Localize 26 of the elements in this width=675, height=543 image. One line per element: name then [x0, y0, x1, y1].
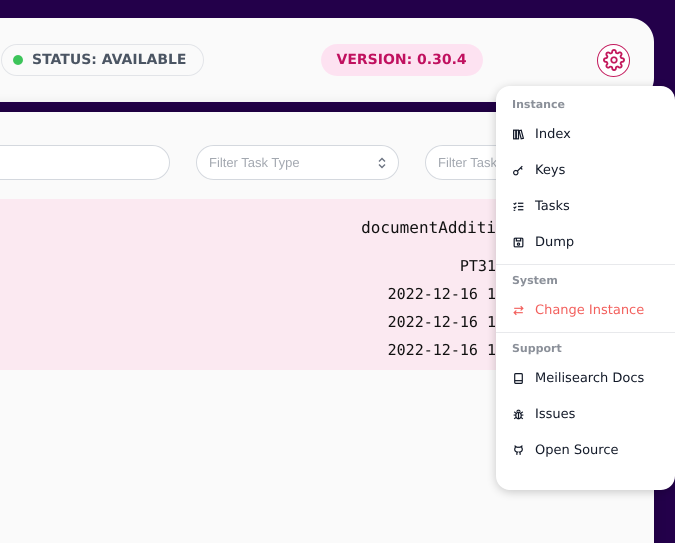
search-field[interactable]	[0, 145, 170, 180]
task-value: 2022-12-16 1	[386, 312, 496, 333]
task-value: 2022-12-16 1	[386, 284, 496, 305]
menu-item[interactable]: Open Source	[496, 432, 675, 468]
settings-button[interactable]	[597, 44, 630, 76]
version-badge: VERSION: 0.30.4	[320, 44, 483, 76]
menu-item[interactable]: Meilisearch Docs	[496, 360, 675, 396]
book-icon	[512, 372, 525, 384]
status-label: STATUS: AVAILABLE	[32, 52, 186, 68]
menu-section-title: Instance	[511, 97, 566, 113]
checklist-icon	[512, 200, 525, 212]
task-value: documentAdditi	[360, 217, 496, 239]
cat-silhouette-icon	[512, 444, 525, 456]
key-icon	[512, 164, 525, 176]
bug-icon	[512, 408, 525, 420]
swap-arrows-icon	[512, 304, 525, 316]
menu-section-title: System	[511, 273, 559, 289]
menu-item[interactable]: Dump	[496, 224, 675, 260]
menu-section-title: Support	[511, 341, 563, 357]
task-value: PT31	[458, 256, 496, 277]
chevron-icon	[378, 156, 386, 168]
task-value: 2022-12-16 1	[386, 340, 496, 361]
menu-item[interactable]: Issues	[496, 396, 675, 432]
books-icon	[512, 128, 525, 140]
settings-icon	[602, 49, 624, 71]
menu-item[interactable]: Tasks	[496, 188, 675, 224]
